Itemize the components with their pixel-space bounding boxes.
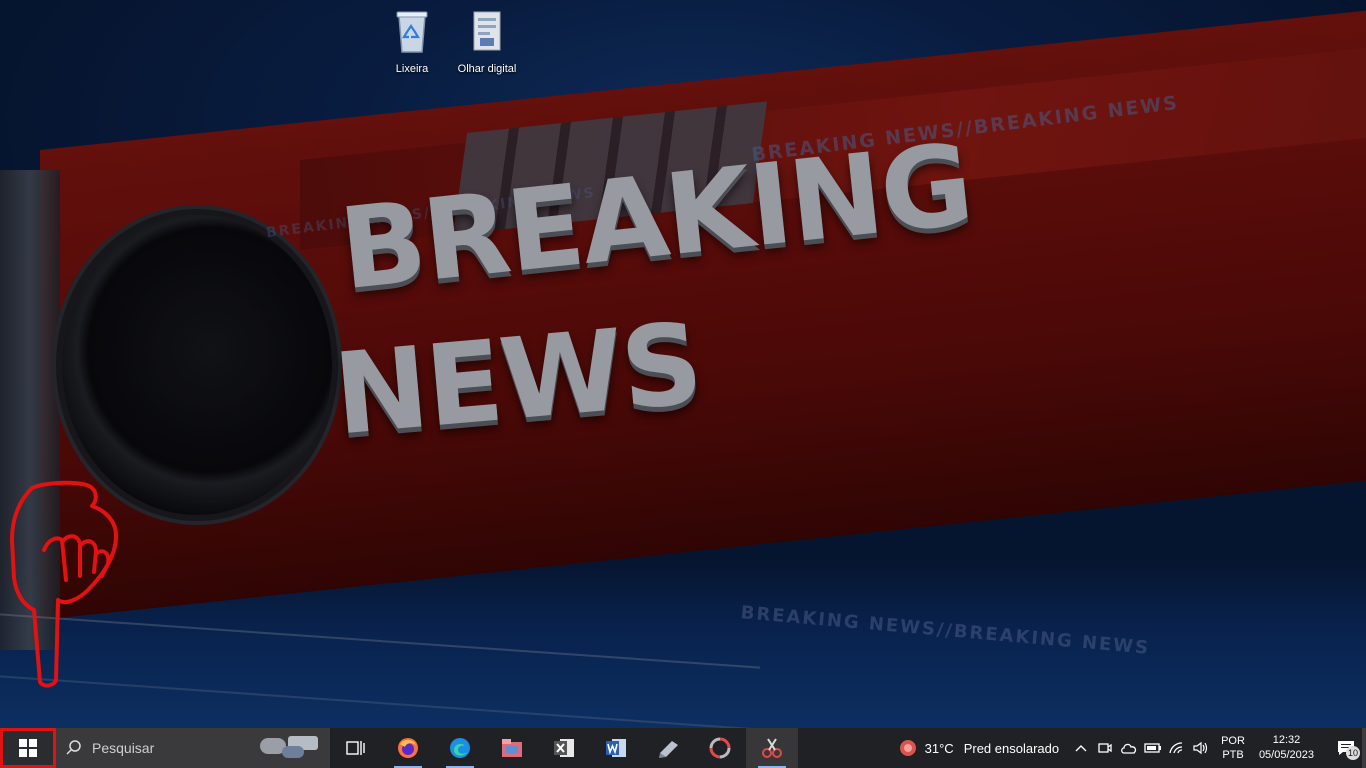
tray-volume[interactable] [1189,728,1213,768]
weather-description: Pred ensolarado [963,740,1060,756]
taskbar-app-excel[interactable] [538,728,590,768]
clock-time: 12:32 [1272,734,1301,746]
show-hidden-icons-button[interactable] [1069,728,1093,768]
weather-sun-icon [899,740,916,756]
excel-icon [554,739,574,757]
keyboard-layout: PTB [1222,749,1244,761]
taskbar-app-word[interactable] [590,728,642,768]
input-language-indicator[interactable]: POR PTB [1213,734,1253,762]
desktop-icon-recycle-bin[interactable]: Lixeira [372,8,452,75]
battery-icon [1144,743,1162,753]
notepad-icon [659,741,678,758]
taskbar-search-box[interactable]: Pesquisar [56,728,330,768]
folder-document-icon [473,11,501,51]
desktop-icon-label: Lixeira [395,63,429,75]
system-tray: 31°C Pred ensolarado POR PTB 12:32 05/05… [887,728,1366,768]
recycle-bin-icon [396,11,428,53]
task-view-button[interactable] [330,728,382,768]
start-button[interactable] [0,728,56,768]
language-code: POR [1221,735,1245,747]
wifi-icon [1169,742,1183,754]
taskbar-app-file-manager[interactable] [486,728,538,768]
desktop-icon-label: Olhar digital [457,63,517,75]
notification-count-badge: 10 [1346,746,1360,760]
tray-meet-now[interactable] [1093,728,1117,768]
clock-date: 05/05/2023 [1258,749,1314,761]
chevron-up-icon [1075,745,1087,752]
taskbar-app-firefox[interactable] [382,728,434,768]
snipping-tool-icon [762,738,782,758]
search-icon [66,740,81,755]
tray-battery[interactable] [1141,728,1165,768]
tray-wifi[interactable] [1165,728,1189,768]
cloud-icon [1121,743,1137,754]
word-icon [606,739,626,757]
search-highlight-icon [260,736,318,758]
edge-icon [450,738,470,758]
taskbar-app-edge[interactable] [434,728,486,768]
speaker-icon [1193,741,1208,755]
windows-logo-icon [19,739,37,757]
taskbar-app-circle[interactable] [694,728,746,768]
desktop-wallpaper: BREAKING NEWS//BREAKING NEWS BREAKING NE… [0,0,1366,728]
pointing-hand-annotation-icon [10,480,118,688]
file-manager-icon [502,739,522,757]
taskbar: Pesquisar 31°C Pred ensolarado POR PTB 1… [0,728,1366,768]
taskbar-app-notepad[interactable] [642,728,694,768]
circular-app-icon [709,737,731,759]
tray-onedrive[interactable] [1117,728,1141,768]
taskbar-app-snipping-tool[interactable] [746,728,798,768]
firefox-icon [398,738,418,758]
notification-center-button[interactable]: 10 [1326,728,1366,768]
weather-temperature: 31°C [924,740,954,756]
taskbar-clock[interactable]: 12:32 05/05/2023 [1253,733,1326,763]
camera-icon [1098,743,1112,753]
search-placeholder: Pesquisar [92,740,155,756]
task-view-icon [346,741,365,755]
wallpaper-dim-overlay [0,0,1366,728]
desktop-icon-olhar-digital[interactable]: Olhar digital [447,8,527,75]
show-desktop-button[interactable] [1362,728,1366,768]
weather-widget[interactable]: 31°C Pred ensolarado [887,737,1069,759]
